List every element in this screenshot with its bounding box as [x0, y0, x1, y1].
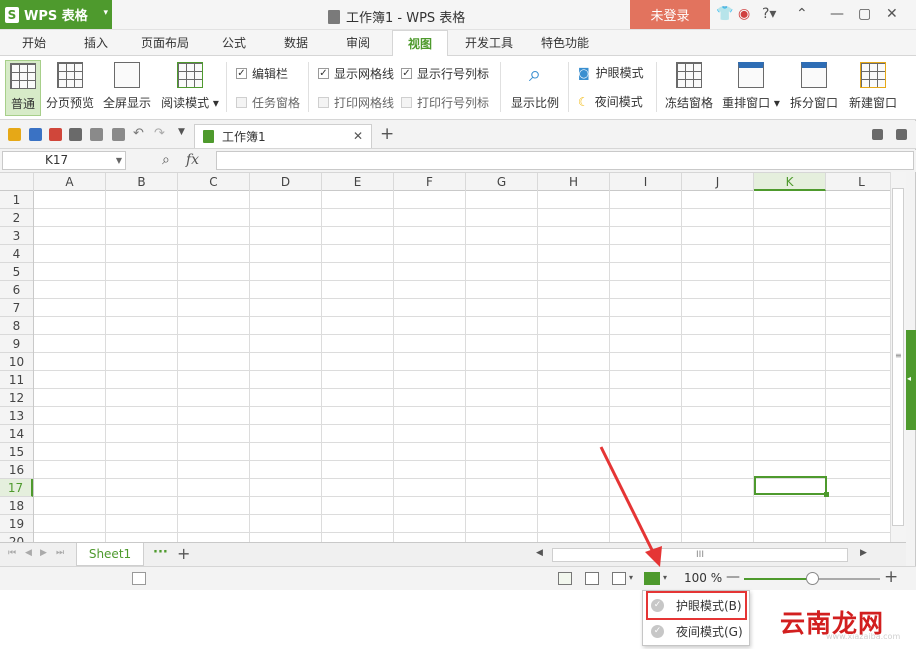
- watermark-url: www.xiazaiba.com: [826, 632, 901, 641]
- arrow-shaft: [599, 446, 655, 553]
- check-circle-icon: ✓: [651, 624, 664, 638]
- app-root: S WPS 表格 ▾ 工作簿1 - WPS 表格 未登录 👕 ◉ ?▾ ⌃ — …: [0, 0, 916, 649]
- night-mode-menu-item[interactable]: ✓ 夜间模式(G): [643, 619, 749, 643]
- highlight-box: [646, 591, 747, 620]
- night-mode-menu-label: 夜间模式(G): [676, 624, 743, 639]
- arrow-head: [645, 546, 662, 567]
- annotation-arrow: [599, 446, 662, 567]
